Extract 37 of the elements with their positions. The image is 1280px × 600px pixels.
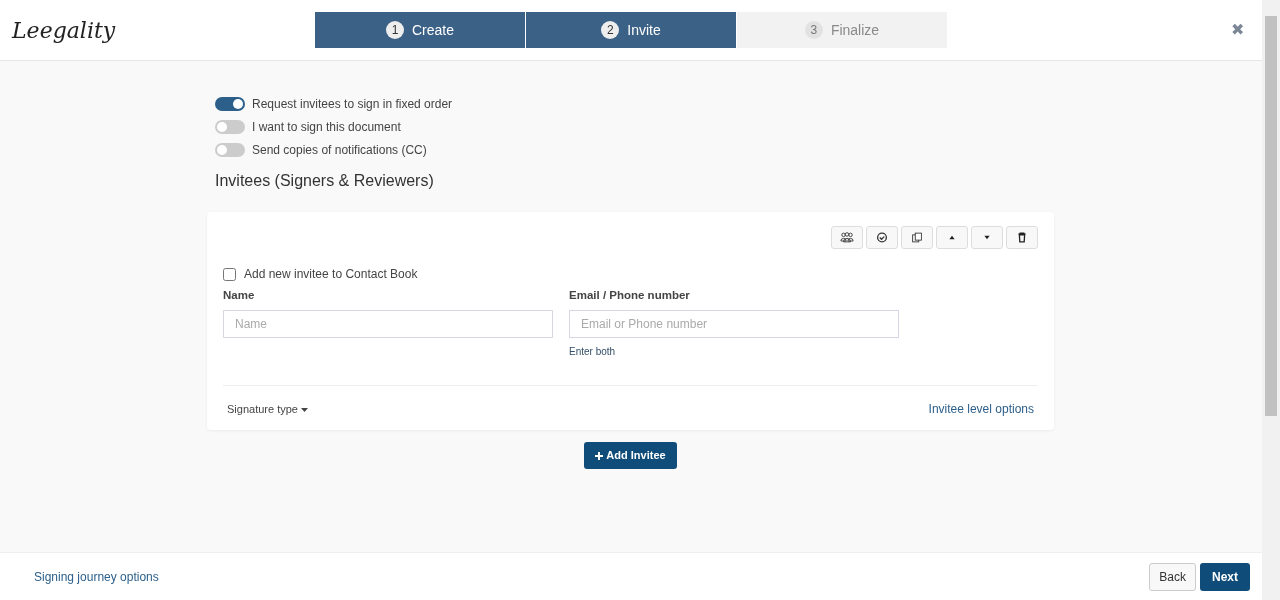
check-circle-button[interactable] xyxy=(866,226,898,249)
step-number: 3 xyxy=(804,21,823,39)
step-tab[interactable]: 1 Create xyxy=(315,12,525,48)
toggle-label: Request invitees to sign in fixed order xyxy=(252,95,453,113)
copy-button[interactable] xyxy=(901,226,933,249)
invitee-options-link[interactable]: Invitee level options xyxy=(928,400,1034,419)
toggle-switch[interactable] xyxy=(215,96,245,111)
plus-icon xyxy=(595,451,604,460)
contact-book-checkbox[interactable] xyxy=(223,267,236,281)
signature-type-dropdown[interactable]: Signature type xyxy=(227,401,308,418)
toggle-switch[interactable] xyxy=(215,119,245,134)
close-icon[interactable]: ✖ xyxy=(1231,18,1244,42)
section-title: Invitees (Signers & Reviewers) xyxy=(215,171,435,191)
step-tab[interactable]: 2 Invite xyxy=(526,12,736,48)
toggle-label: I want to sign this document xyxy=(252,118,401,136)
check-circle-icon xyxy=(875,231,889,244)
back-button[interactable]: Back xyxy=(1149,562,1196,591)
email-input[interactable]: Email or Phone number xyxy=(569,310,899,339)
caret-icon xyxy=(301,407,308,413)
scrollbar[interactable] xyxy=(1262,0,1280,600)
step-number: 2 xyxy=(601,21,620,39)
group-button[interactable] xyxy=(831,226,863,249)
group-icon xyxy=(840,231,854,244)
email-label: Email / Phone number xyxy=(569,288,691,303)
name-input[interactable]: Name xyxy=(223,310,553,339)
toggle-label: Send copies of notifications (CC) xyxy=(252,141,427,159)
name-label: Name xyxy=(223,288,256,303)
trash-button[interactable] xyxy=(1006,226,1038,249)
toggle-switch[interactable] xyxy=(215,142,245,157)
add-invitee-button[interactable]: Add Invitee xyxy=(584,442,677,469)
email-hint: Enter both xyxy=(569,346,616,358)
next-button[interactable]: Next xyxy=(1200,562,1250,591)
logo: Leegality xyxy=(12,17,116,43)
signing-journey-options-link[interactable]: Signing journey options xyxy=(34,567,159,586)
step-number: 1 xyxy=(386,21,404,39)
copy-icon xyxy=(910,231,924,244)
contact-book-label: Add new invitee to Contact Book xyxy=(244,266,418,283)
